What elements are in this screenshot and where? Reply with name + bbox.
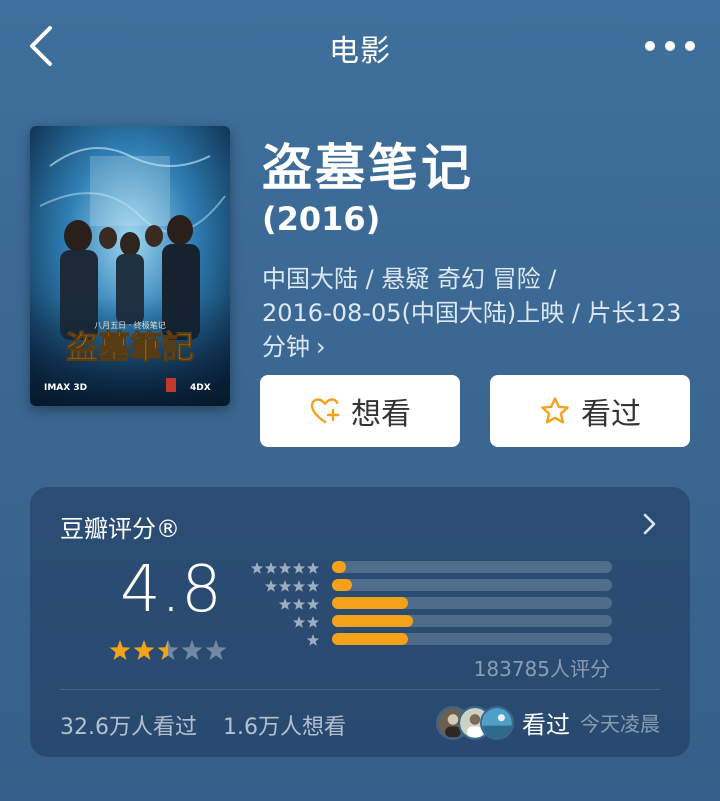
watched-button[interactable]: 看过	[490, 375, 690, 447]
distribution-bar-track	[332, 561, 612, 573]
distribution-row-5-star	[250, 559, 612, 577]
distribution-bar-fill	[332, 597, 408, 609]
avatar	[480, 705, 514, 740]
rating-score: 4.8	[120, 553, 222, 627]
chevron-right-icon: ›	[316, 333, 326, 361]
friends-activity[interactable]: 看过 今天凌晨	[436, 705, 660, 740]
friends-watched-time: 今天凌晨	[580, 712, 660, 736]
chevron-right-icon[interactable]	[640, 509, 660, 539]
distribution-bar-track	[332, 615, 612, 627]
rating-star	[133, 640, 155, 660]
distribution-row-3-star	[252, 595, 612, 613]
rating-stars	[109, 640, 227, 660]
seen-count: 32.6万人看过	[60, 715, 197, 740]
distribution-stars-icon	[250, 562, 320, 574]
rating-star	[181, 640, 203, 660]
distribution-row-2-star	[252, 613, 612, 631]
svg-text:IMAX 3D: IMAX 3D	[44, 383, 87, 393]
distribution-bar-fill	[332, 579, 352, 591]
distribution-stars-icon	[264, 580, 320, 592]
svg-text:八月五日 · 终极笔记: 八月五日 · 终极笔记	[94, 320, 166, 330]
movie-poster[interactable]: 盗墓筆記 八月五日 · 终极笔记 IMAX 3D 4DX	[30, 126, 230, 406]
divider	[60, 689, 660, 690]
nav-bar: 电影	[0, 0, 720, 96]
want-to-watch-label: 想看	[351, 397, 411, 432]
want-to-watch-button[interactable]: 想看	[260, 375, 460, 447]
distribution-row-4-star	[252, 577, 612, 595]
distribution-stars-icon	[306, 634, 320, 646]
distribution-bar-fill	[332, 615, 414, 627]
watch-stats: 32.6万人看过 1.6万人想看	[60, 709, 346, 741]
svg-text:4DX: 4DX	[190, 383, 211, 393]
rating-star	[157, 640, 179, 660]
heart-plus-icon	[310, 398, 340, 424]
movie-meta-info[interactable]: 中国大陆 / 悬疑 奇幻 冒险 / 2016-08-05(中国大陆)上映 / 片…	[262, 262, 692, 364]
movie-title: 盗墓笔记	[262, 139, 474, 197]
rating-distribution	[250, 559, 612, 649]
svg-text:盗墓筆記: 盗墓筆記	[66, 328, 194, 366]
meta-line-duration-unit: 分钟	[262, 333, 310, 361]
rating-star	[109, 640, 131, 660]
friends-watched-label: 看过	[522, 711, 570, 739]
want-count: 1.6万人想看	[223, 715, 346, 740]
rating-star	[205, 640, 227, 660]
meta-line-region-genre: 中国大陆 / 悬疑 奇幻 冒险 /	[262, 265, 557, 293]
distribution-bar-fill	[332, 633, 408, 645]
distribution-bar-fill	[332, 561, 346, 573]
distribution-stars-icon	[292, 616, 320, 628]
meta-line-release-duration: 2016-08-05(中国大陆)上映 / 片长123	[262, 299, 682, 327]
movie-year: (2016)	[262, 200, 381, 238]
distribution-bar-track	[332, 633, 612, 645]
more-options-icon[interactable]	[640, 34, 700, 58]
distribution-row-1-star	[252, 631, 612, 649]
distribution-bar-track	[332, 579, 612, 591]
rating-heading: 豆瓣评分®	[60, 515, 180, 543]
distribution-stars-icon	[278, 598, 320, 610]
star-outline-icon	[541, 397, 569, 424]
rating-card: 豆瓣评分® 4.8 183785人评分 32.6万人看过 1.6万人想看 看过 今…	[30, 487, 690, 757]
rating-count: 183785人评分	[473, 657, 610, 681]
watched-label: 看过	[581, 397, 641, 432]
distribution-bar-track	[332, 597, 612, 609]
page-title: 电影	[329, 34, 391, 69]
poster-image: 盗墓筆記 八月五日 · 终极笔记 IMAX 3D 4DX	[30, 126, 230, 406]
